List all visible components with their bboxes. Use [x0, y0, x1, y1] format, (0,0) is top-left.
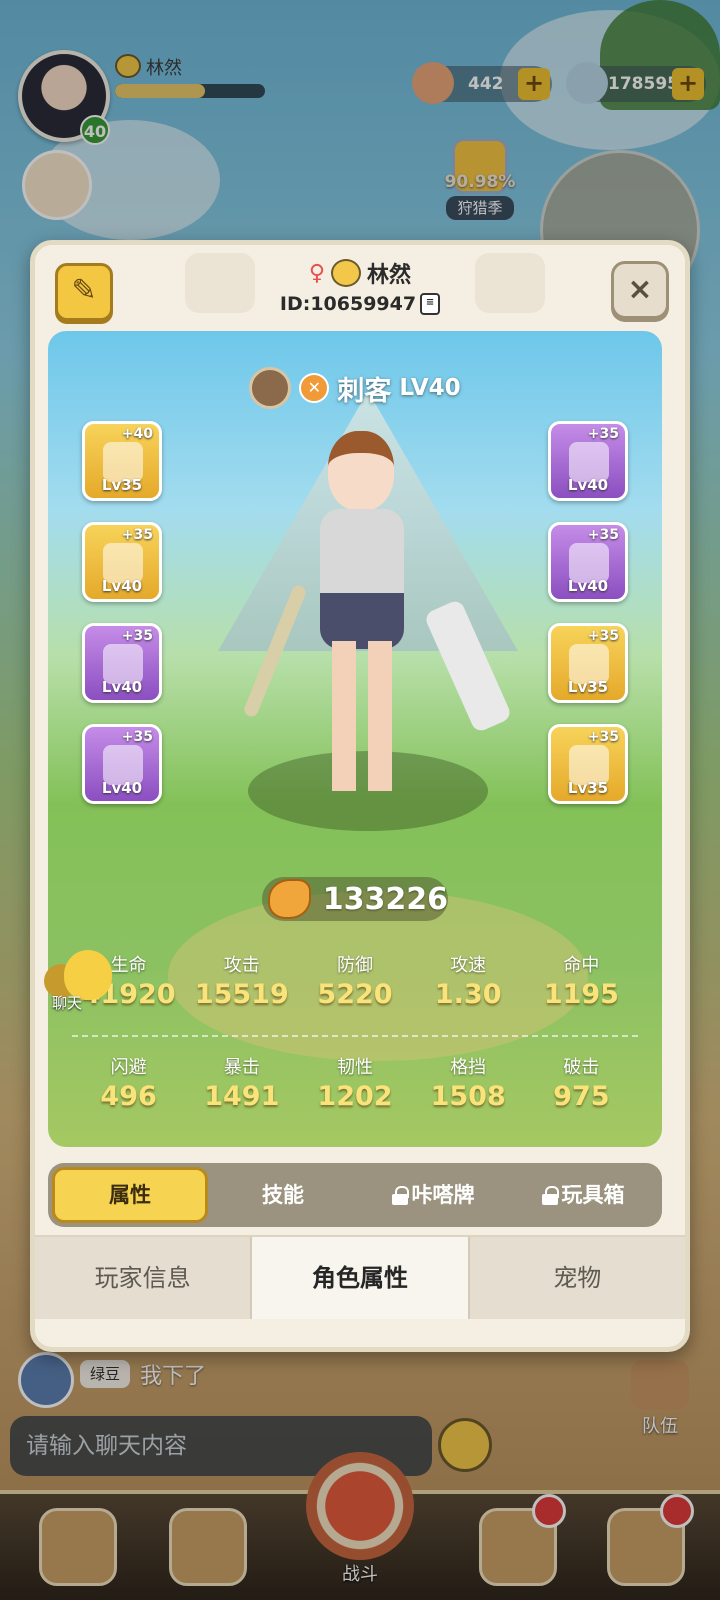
equipment-enhance-level: +35: [587, 628, 619, 644]
character-legs: [332, 641, 392, 791]
combat-power: 133226: [262, 877, 448, 921]
equipment-enhance-level: +35: [121, 527, 153, 543]
player-name: 林然: [367, 263, 412, 288]
strength-arm-icon: [268, 879, 311, 919]
equipment-enhance-level: +35: [587, 729, 619, 745]
equipment-level: Lv40: [567, 476, 609, 494]
class-name: 刺客: [337, 375, 392, 407]
equipment-level: Lv35: [567, 779, 609, 797]
equipment-slot-right-1[interactable]: +35 Lv40: [548, 421, 628, 501]
equipment-slot-right-3[interactable]: +35 Lv35: [548, 623, 628, 703]
stat-value: 15519: [194, 979, 289, 1010]
female-gender-icon: ♀: [308, 260, 326, 286]
stats-divider: [72, 1035, 638, 1037]
combat-power-value: 133226: [322, 881, 448, 917]
chat-float-button[interactable]: 聊天: [44, 950, 114, 1012]
equipment-level: Lv40: [567, 577, 609, 595]
rank-icon: [249, 367, 292, 409]
stat-cell: 攻击 15519: [185, 951, 298, 1010]
stat-cell: 攻速 1.30: [412, 951, 525, 1010]
tab-cards[interactable]: 咔嗒牌: [358, 1167, 508, 1223]
tab-toybox[interactable]: 玩具箱: [508, 1167, 658, 1223]
player-info-dialog: ✎ × ♀ 林然 ID:10659947 ≡ ✕ 刺客 LV40 +40 Lv3…: [30, 240, 690, 1352]
tab-attributes[interactable]: 属性: [52, 1167, 208, 1223]
stat-cell: 破击 975: [525, 1053, 638, 1112]
emote-face-icon: [331, 259, 362, 287]
chat-float-label: 聊天: [52, 994, 83, 1012]
tab-player-info[interactable]: 玩家信息: [35, 1237, 253, 1319]
player-id: ID:10659947: [279, 293, 417, 315]
character-model[interactable]: [242, 431, 513, 811]
copy-id-icon[interactable]: ≡: [420, 293, 441, 315]
dialog-main-tabs: 玩家信息 角色属性 宠物: [35, 1235, 685, 1319]
stats-row-primary: 生命 41920 攻击 15519 防御 5220 攻速 1.30 命中 1195: [72, 951, 638, 1010]
player-id-row: ID:10659947 ≡: [279, 293, 441, 315]
attribute-sub-tabs: 属性 技能 咔嗒牌 玩具箱: [48, 1163, 662, 1227]
stats-row-secondary: 闪避 496 暴击 1491 韧性 1202 格挡 1508 破击 975: [72, 1053, 638, 1112]
equipment-slot-right-2[interactable]: +35 Lv40: [548, 522, 628, 602]
stat-value: 1508: [430, 1081, 506, 1112]
equipment-slot-left-2[interactable]: +35 Lv40: [82, 522, 162, 602]
equipment-enhance-level: +35: [121, 729, 153, 745]
stat-label: 暴击: [223, 1057, 260, 1078]
tab-skills[interactable]: 技能: [208, 1167, 358, 1223]
stat-cell: 暴击 1491: [185, 1053, 298, 1112]
tab-character-attributes[interactable]: 角色属性: [252, 1237, 470, 1319]
stat-label: 格挡: [450, 1057, 487, 1078]
stat-cell: 格挡 1508: [412, 1053, 525, 1112]
equipment-level: Lv35: [567, 678, 609, 696]
class-row: ✕ 刺客 LV40: [48, 367, 662, 409]
stat-cell: 韧性 1202: [298, 1053, 411, 1112]
tab-pets[interactable]: 宠物: [469, 1237, 685, 1319]
stat-label: 攻速: [450, 955, 487, 976]
player-name-row: ♀ 林然: [309, 257, 411, 289]
stat-label: 防御: [336, 955, 373, 976]
equipment-level: Lv35: [101, 476, 143, 494]
lock-icon: [541, 1186, 559, 1205]
stat-cell: 闪避 496: [72, 1053, 185, 1112]
character-body: [320, 509, 404, 649]
stat-cell: 防御 5220: [298, 951, 411, 1010]
stat-label: 韧性: [336, 1057, 373, 1078]
equipment-enhance-level: +40: [121, 426, 153, 442]
equipment-level: Lv40: [101, 779, 143, 797]
player-header: ♀ 林然 ID:10659947 ≡: [35, 257, 685, 315]
equipment-enhance-level: +35: [121, 628, 153, 644]
stat-value: 496: [100, 1081, 157, 1112]
assassin-class-icon: ✕: [299, 373, 330, 403]
stat-value: 975: [553, 1081, 610, 1112]
equipment-slot-right-4[interactable]: +35 Lv35: [548, 724, 628, 804]
equipment-slot-left-4[interactable]: +35 Lv40: [82, 724, 162, 804]
equipment-slot-left-1[interactable]: +40 Lv35: [82, 421, 162, 501]
equipment-slot-left-3[interactable]: +35 Lv40: [82, 623, 162, 703]
equipment-enhance-level: +35: [587, 426, 619, 442]
stat-value: 1202: [317, 1081, 393, 1112]
equipment-enhance-level: +35: [587, 527, 619, 543]
tab-toybox-label: 玩具箱: [561, 1183, 625, 1207]
stat-value: 1491: [204, 1081, 280, 1112]
stat-value: 5220: [317, 979, 393, 1010]
stat-value: 1195: [543, 979, 619, 1010]
character-head: [328, 431, 394, 511]
tab-cards-label: 咔嗒牌: [411, 1183, 475, 1207]
stat-label: 破击: [563, 1057, 600, 1078]
equipment-level: Lv40: [101, 577, 143, 595]
stat-value: 1.30: [434, 979, 502, 1010]
equipment-level: Lv40: [101, 678, 143, 696]
stat-label: 闪避: [110, 1057, 147, 1078]
class-level: LV40: [399, 375, 461, 401]
character-scene: ✕ 刺客 LV40 +40 Lv35 +35 Lv40 +35 Lv40 +35 Lv40 +…: [48, 331, 662, 1147]
lock-icon: [391, 1186, 409, 1205]
stat-cell: 命中 1195: [525, 951, 638, 1010]
stat-label: 攻击: [223, 955, 260, 976]
stat-label: 命中: [563, 955, 600, 976]
